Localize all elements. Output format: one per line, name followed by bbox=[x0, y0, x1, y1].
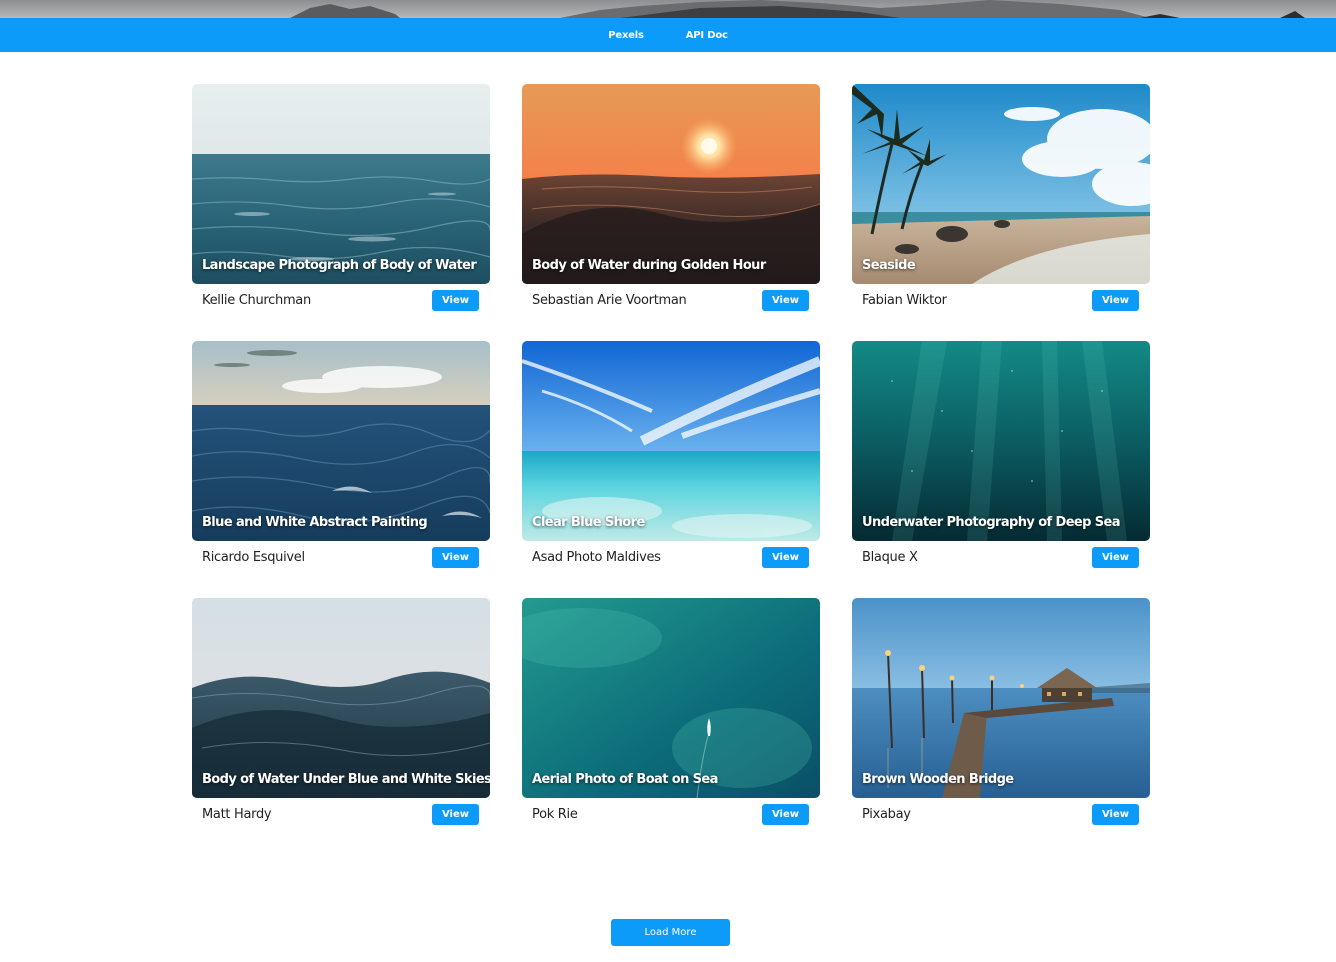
load-more-button[interactable]: Load More bbox=[611, 919, 730, 946]
photo-card-footer: Blaque X View bbox=[852, 541, 1150, 573]
photo-card: Aerial Photo of Boat on Sea Pok Rie View bbox=[522, 598, 820, 830]
photographer-name: Blaque X bbox=[862, 549, 918, 565]
photo-card-title: Brown Wooden Bridge bbox=[862, 772, 1014, 787]
view-button[interactable]: View bbox=[1092, 289, 1139, 311]
photographer-name: Pixabay bbox=[862, 806, 911, 822]
hero-banner-image bbox=[0, 0, 1336, 18]
view-button[interactable]: View bbox=[762, 289, 809, 311]
photo-card-footer: Sebastian Arie Voortman View bbox=[522, 284, 820, 316]
photo-beach-palms bbox=[852, 84, 1150, 284]
nav-link-api-doc[interactable]: API Doc bbox=[686, 30, 728, 41]
photo-wave-closeup bbox=[192, 598, 490, 798]
photo-card-image[interactable]: Clear Blue Shore bbox=[522, 341, 820, 541]
photo-aerial-boat bbox=[522, 598, 820, 798]
photo-card-image[interactable]: Body of Water Under Blue and White Skies bbox=[192, 598, 490, 798]
photo-golden-hour bbox=[522, 84, 820, 284]
photographer-name: Fabian Wiktor bbox=[862, 292, 947, 308]
photo-card-footer: Pok Rie View bbox=[522, 798, 820, 830]
photo-card: Underwater Photography of Deep Sea Blaqu… bbox=[852, 341, 1150, 573]
photographer-name: Ricardo Esquivel bbox=[202, 549, 305, 565]
photo-card: Landscape Photograph of Body of Water Ke… bbox=[192, 84, 490, 316]
photographer-name: Matt Hardy bbox=[202, 806, 272, 822]
photo-card-title: Underwater Photography of Deep Sea bbox=[862, 515, 1121, 530]
photo-card: Brown Wooden Bridge Pixabay View bbox=[852, 598, 1150, 830]
photo-open-sea bbox=[192, 84, 490, 284]
view-button[interactable]: View bbox=[432, 289, 479, 311]
photo-card: Seaside Fabian Wiktor View bbox=[852, 84, 1150, 316]
photo-card-title: Seaside bbox=[862, 258, 916, 273]
photographer-name: Sebastian Arie Voortman bbox=[532, 292, 687, 308]
photo-card-image[interactable]: Seaside bbox=[852, 84, 1150, 284]
view-button[interactable]: View bbox=[432, 546, 479, 568]
photo-card-footer: Pixabay View bbox=[852, 798, 1150, 830]
photo-card-title: Body of Water Under Blue and White Skies bbox=[202, 772, 490, 787]
view-button[interactable]: View bbox=[1092, 803, 1139, 825]
photo-card-image[interactable]: Body of Water during Golden Hour bbox=[522, 84, 820, 284]
view-button[interactable]: View bbox=[432, 803, 479, 825]
photo-card-footer: Kellie Churchman View bbox=[192, 284, 490, 316]
photo-card-image[interactable]: Brown Wooden Bridge bbox=[852, 598, 1150, 798]
photo-deep-waves bbox=[192, 341, 490, 541]
photo-card-title: Aerial Photo of Boat on Sea bbox=[532, 772, 718, 787]
photo-card-footer: Asad Photo Maldives View bbox=[522, 541, 820, 573]
photo-card: Blue and White Abstract Painting Ricardo… bbox=[192, 341, 490, 573]
photographer-name: Pok Rie bbox=[532, 806, 578, 822]
photo-grid: Landscape Photograph of Body of Water Ke… bbox=[192, 84, 1150, 830]
photo-card-title: Clear Blue Shore bbox=[532, 515, 645, 530]
photo-pier-dusk bbox=[852, 598, 1150, 798]
photographer-name: Kellie Churchman bbox=[202, 292, 311, 308]
photo-card-image[interactable]: Blue and White Abstract Painting bbox=[192, 341, 490, 541]
photo-card-title: Landscape Photograph of Body of Water bbox=[202, 258, 477, 273]
photo-card-image[interactable]: Underwater Photography of Deep Sea bbox=[852, 341, 1150, 541]
nav-link-pexels[interactable]: Pexels bbox=[608, 30, 644, 41]
photo-card-image[interactable]: Landscape Photograph of Body of Water bbox=[192, 84, 490, 284]
photo-card: Body of Water during Golden Hour Sebasti… bbox=[522, 84, 820, 316]
photo-card-image[interactable]: Aerial Photo of Boat on Sea bbox=[522, 598, 820, 798]
photo-card-title: Body of Water during Golden Hour bbox=[532, 258, 766, 273]
view-button[interactable]: View bbox=[762, 803, 809, 825]
view-button[interactable]: View bbox=[1092, 546, 1139, 568]
photo-underwater bbox=[852, 341, 1150, 541]
top-navbar: Pexels API Doc bbox=[0, 18, 1336, 52]
photographer-name: Asad Photo Maldives bbox=[532, 549, 661, 565]
photo-card-title: Blue and White Abstract Painting bbox=[202, 515, 428, 530]
view-button[interactable]: View bbox=[762, 546, 809, 568]
photo-card: Clear Blue Shore Asad Photo Maldives Vie… bbox=[522, 341, 820, 573]
photo-card: Body of Water Under Blue and White Skies… bbox=[192, 598, 490, 830]
photo-card-footer: Ricardo Esquivel View bbox=[192, 541, 490, 573]
photo-clear-shore bbox=[522, 341, 820, 541]
photo-card-footer: Matt Hardy View bbox=[192, 798, 490, 830]
photo-card-footer: Fabian Wiktor View bbox=[852, 284, 1150, 316]
